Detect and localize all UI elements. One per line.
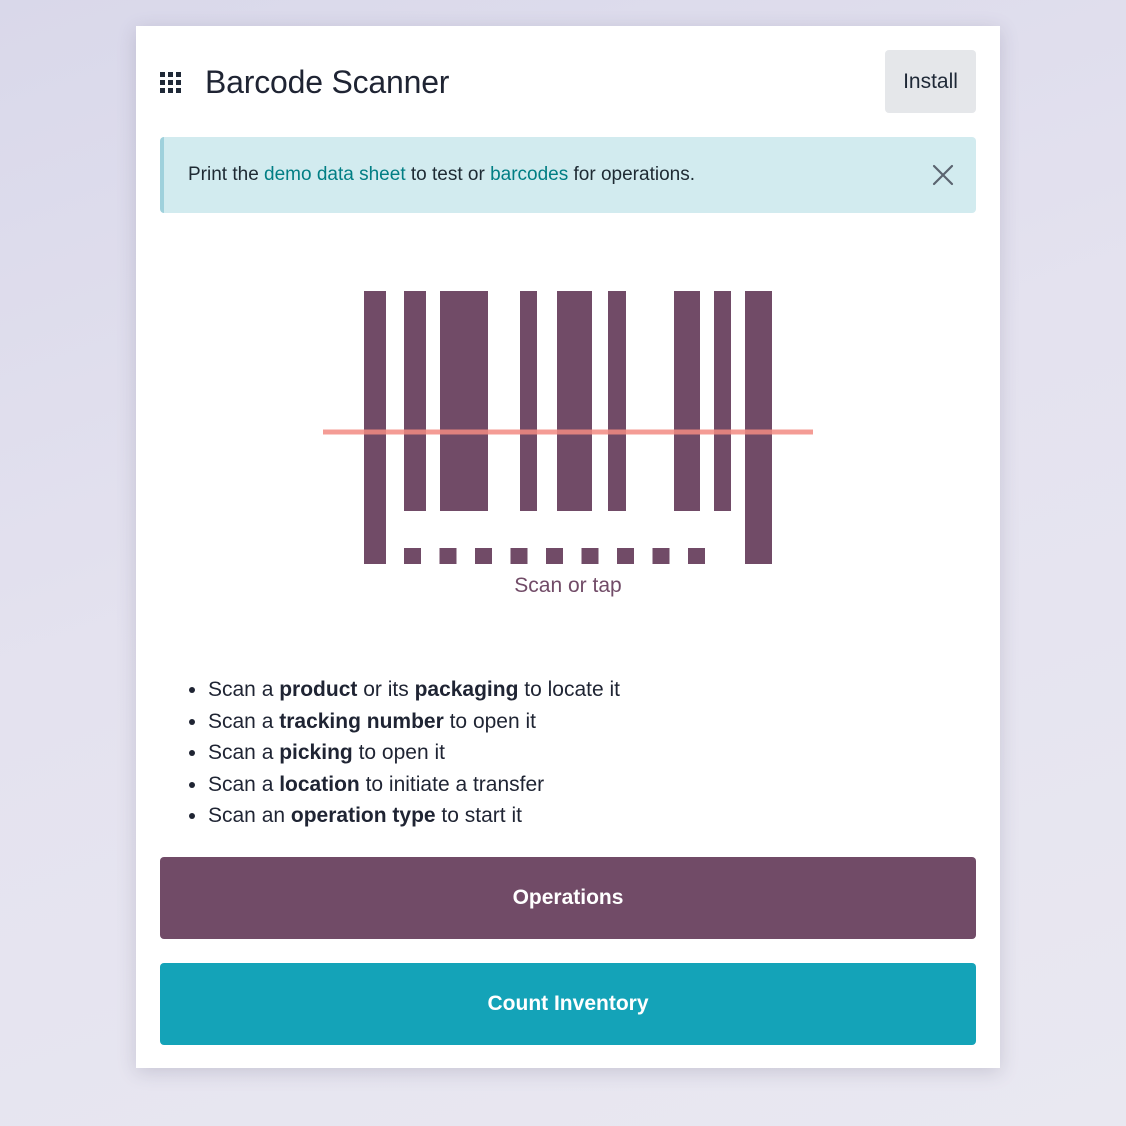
barcode-bar bbox=[714, 291, 731, 511]
barcode-bar bbox=[608, 291, 626, 511]
barcode-dot bbox=[546, 548, 563, 564]
barcode-bar bbox=[520, 291, 537, 511]
install-button[interactable]: Install bbox=[885, 50, 976, 113]
apps-grid-icon[interactable] bbox=[160, 72, 181, 93]
barcode-dot bbox=[510, 548, 528, 564]
barcode-dot bbox=[475, 548, 492, 564]
barcode-bar bbox=[440, 291, 488, 511]
barcode-dot bbox=[404, 548, 421, 564]
barcode-illustration bbox=[323, 291, 813, 564]
tip-item: Scan a product or its packaging to locat… bbox=[208, 674, 620, 706]
barcode-scan-area[interactable]: Scan or tap bbox=[136, 246, 1000, 646]
barcode-dot bbox=[617, 548, 634, 564]
demo-data-sheet-link[interactable]: demo data sheet bbox=[264, 164, 406, 185]
header: Barcode Scanner Install bbox=[136, 26, 1000, 136]
barcode-dots bbox=[404, 548, 705, 564]
barcode-bar bbox=[745, 291, 772, 564]
barcode-bar bbox=[364, 291, 386, 564]
close-icon[interactable] bbox=[932, 164, 954, 186]
barcode-dot bbox=[688, 548, 705, 564]
operations-button[interactable]: Operations bbox=[160, 857, 976, 939]
page-title: Barcode Scanner bbox=[205, 64, 450, 100]
scan-or-tap-label[interactable]: Scan or tap bbox=[136, 574, 1000, 598]
barcode-bar bbox=[557, 291, 592, 511]
tip-item: Scan a picking to open it bbox=[208, 737, 620, 769]
barcode-bar bbox=[404, 291, 426, 511]
alert-text-after: for operations. bbox=[568, 164, 695, 185]
barcode-dot bbox=[581, 548, 599, 564]
barcode-bars bbox=[364, 291, 772, 564]
tip-item: Scan a tracking number to open it bbox=[208, 706, 620, 738]
count-inventory-button[interactable]: Count Inventory bbox=[160, 963, 976, 1045]
tip-item: Scan an operation type to start it bbox=[208, 800, 620, 832]
alert-text-middle: to test or bbox=[405, 164, 491, 185]
scan-tips-list: Scan a product or its packaging to locat… bbox=[184, 674, 620, 832]
barcode-bar bbox=[674, 291, 700, 511]
barcode-dot bbox=[439, 548, 457, 564]
tip-item: Scan a location to initiate a transfer bbox=[208, 769, 620, 801]
barcodes-link[interactable]: barcodes bbox=[490, 164, 568, 185]
alert-message: Print the demo data sheet to test or bar… bbox=[188, 164, 695, 186]
info-alert: Print the demo data sheet to test or bar… bbox=[160, 137, 976, 213]
barcode-dot bbox=[652, 548, 670, 564]
alert-text-before: Print the bbox=[188, 164, 265, 185]
barcode-scanner-panel: Barcode Scanner Install Print the demo d… bbox=[136, 26, 1000, 1068]
